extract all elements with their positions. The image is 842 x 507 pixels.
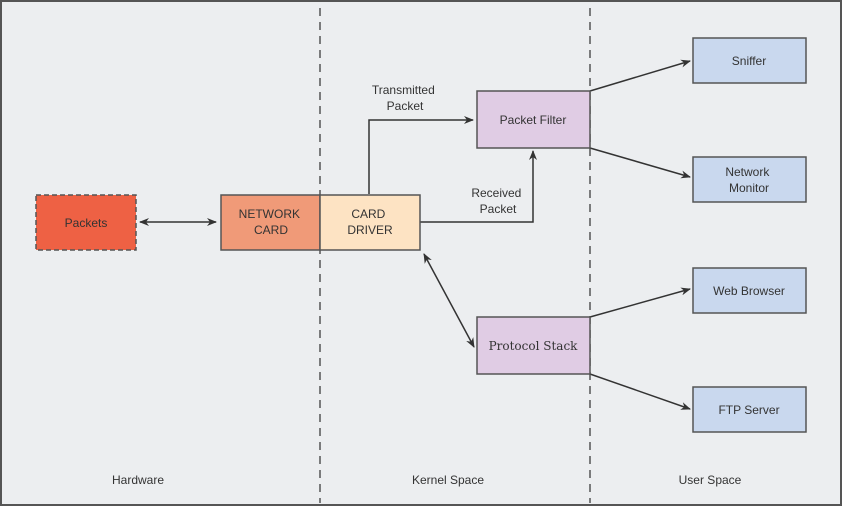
edge-label-transmitted-line1: Transmitted	[372, 83, 435, 97]
node-packet-filter-label: Packet Filter	[500, 113, 567, 127]
node-network-card[interactable]: NETWORK CARD	[220, 194, 321, 251]
node-ftp-server-label: FTP Server	[718, 403, 779, 417]
node-network-card-line1: NETWORK	[239, 207, 300, 221]
node-card-driver[interactable]: CARD DRIVER	[319, 194, 421, 251]
node-network-card-line2: CARD	[254, 223, 288, 237]
node-network-monitor[interactable]: Network Monitor	[692, 156, 807, 203]
zone-label-hardware: Hardware	[112, 473, 164, 487]
node-packet-filter[interactable]: Packet Filter	[476, 90, 591, 149]
edge-label-received-line2: Packet	[480, 202, 517, 216]
node-card-driver-line2: DRIVER	[347, 223, 393, 237]
edge-label-received-line1: Received	[471, 186, 521, 200]
node-protocol-stack[interactable]: Protocol Stack	[476, 316, 591, 375]
zone-label-kernel: Kernel Space	[412, 473, 484, 487]
node-web-browser[interactable]: Web Browser	[692, 267, 807, 314]
edge-label-transmitted-line2: Packet	[387, 99, 424, 113]
node-card-driver-line1: CARD	[351, 207, 385, 221]
node-packets-label: Packets	[65, 216, 108, 230]
node-protocol-stack-label: Protocol Stack	[489, 339, 579, 353]
node-web-browser-label: Web Browser	[713, 284, 785, 298]
node-network-monitor-line1: Network	[725, 165, 770, 179]
packet-flow-diagram: Hardware Kernel Space User Space Transmi…	[0, 0, 842, 506]
node-network-monitor-line2: Monitor	[729, 181, 769, 195]
node-ftp-server[interactable]: FTP Server	[692, 386, 807, 433]
zone-label-user: User Space	[679, 473, 742, 487]
node-packets[interactable]: Packets	[35, 194, 137, 251]
node-network-monitor-box	[692, 156, 807, 203]
node-sniffer-label: Sniffer	[732, 54, 766, 68]
node-sniffer[interactable]: Sniffer	[692, 37, 807, 84]
